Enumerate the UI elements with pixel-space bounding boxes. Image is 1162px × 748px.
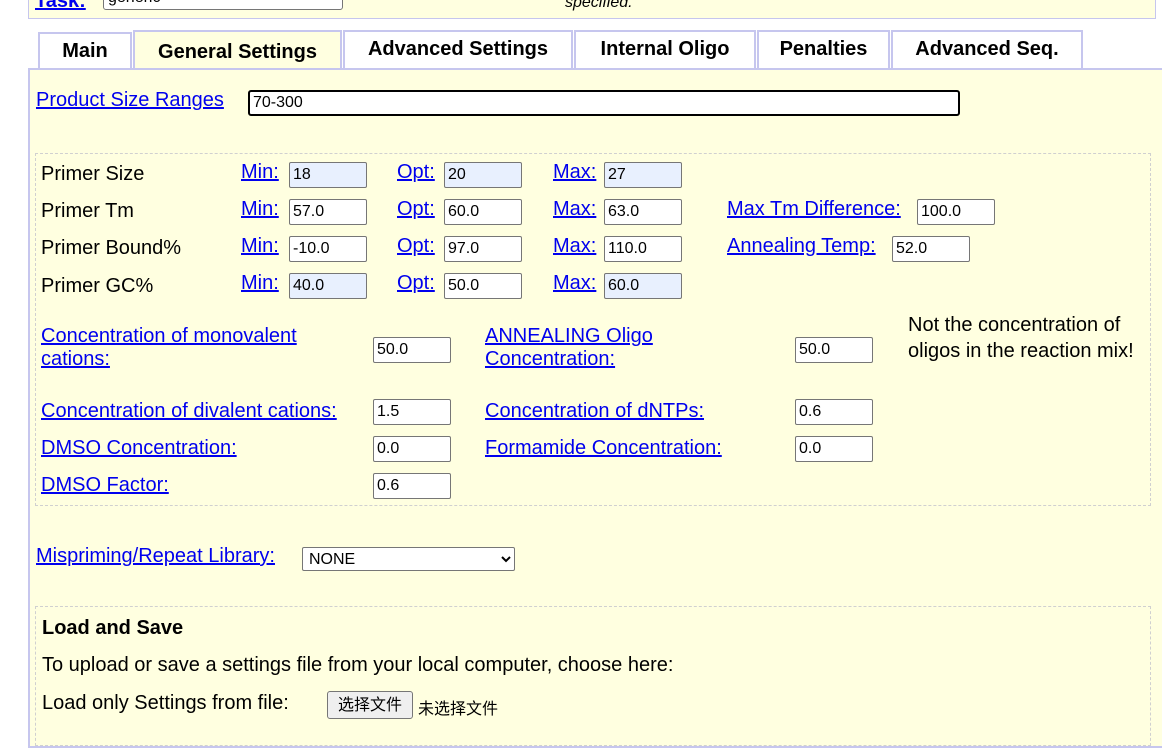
max-tm-difference-link[interactable]: Max Tm Difference: bbox=[727, 198, 901, 221]
dntps-concentration-input[interactable] bbox=[795, 399, 873, 425]
dntps-concentration-link[interactable]: Concentration of dNTPs: bbox=[485, 400, 704, 423]
monovalent-cations-input[interactable] bbox=[373, 337, 451, 363]
annealing-temp-input[interactable] bbox=[892, 236, 970, 262]
mispriming-library-select[interactable]: NONE bbox=[302, 547, 515, 571]
primer-size-opt-input[interactable] bbox=[444, 162, 522, 188]
mispriming-library-link[interactable]: Mispriming/Repeat Library: bbox=[36, 545, 275, 568]
task-select[interactable]: generic bbox=[103, 0, 343, 10]
primer-bound-max-input[interactable] bbox=[604, 236, 682, 262]
primer-tm-min-input[interactable] bbox=[289, 199, 367, 225]
annealing-oligo-concentration-input[interactable] bbox=[795, 337, 873, 363]
primer-size-max-input[interactable] bbox=[604, 162, 682, 188]
primer-gc-opt-link[interactable]: Opt: bbox=[397, 272, 435, 295]
primer-tm-label: Primer Tm bbox=[41, 200, 134, 222]
primer-size-label: Primer Size bbox=[41, 163, 145, 185]
primer-bound-opt-link[interactable]: Opt: bbox=[397, 235, 435, 258]
primer-gc-min-link[interactable]: Min: bbox=[241, 272, 279, 295]
tab-advanced-seq[interactable]: Advanced Seq. bbox=[891, 30, 1083, 68]
load-save-description: To upload or save a settings file from y… bbox=[42, 654, 674, 676]
primer-size-opt-link[interactable]: Opt: bbox=[397, 161, 435, 184]
product-size-ranges-input[interactable] bbox=[248, 90, 960, 116]
monovalent-cations-link[interactable]: Concentration of monovalent cations: bbox=[41, 325, 297, 371]
divalent-cations-link[interactable]: Concentration of divalent cations: bbox=[41, 400, 337, 423]
annealing-temp-link[interactable]: Annealing Temp: bbox=[727, 235, 876, 258]
primer-bound-opt-input[interactable] bbox=[444, 236, 522, 262]
primer-gc-min-input[interactable] bbox=[289, 273, 367, 299]
load-save-title: Load and Save bbox=[42, 617, 184, 639]
primer-bound-min-link[interactable]: Min: bbox=[241, 235, 279, 258]
task-note: specified. bbox=[565, 0, 633, 11]
formamide-concentration-input[interactable] bbox=[795, 436, 873, 462]
primer-bound-label: Primer Bound% bbox=[41, 237, 182, 259]
tab-general-settings[interactable]: General Settings bbox=[133, 30, 342, 72]
primer-tm-opt-link[interactable]: Opt: bbox=[397, 198, 435, 221]
max-tm-difference-input[interactable] bbox=[917, 199, 995, 225]
dmso-concentration-link[interactable]: DMSO Concentration: bbox=[41, 437, 237, 460]
primer-gc-label: Primer GC% bbox=[41, 275, 154, 297]
dmso-concentration-input[interactable] bbox=[373, 436, 451, 462]
dmso-factor-input[interactable] bbox=[373, 473, 451, 499]
primer-size-min-input[interactable] bbox=[289, 162, 367, 188]
divalent-cations-input[interactable] bbox=[373, 399, 451, 425]
primer-gc-opt-input[interactable] bbox=[444, 273, 522, 299]
annealing-oligo-note: Not the concentration of oligos in the r… bbox=[908, 314, 1134, 362]
no-file-chosen-text: 未选择文件 bbox=[418, 699, 499, 718]
tab-internal-oligo[interactable]: Internal Oligo bbox=[574, 30, 756, 68]
primer-tm-min-link[interactable]: Min: bbox=[241, 198, 279, 221]
product-size-ranges-link[interactable]: Product Size Ranges bbox=[36, 89, 224, 112]
primer-gc-max-input[interactable] bbox=[604, 273, 682, 299]
primer-tm-max-input[interactable] bbox=[604, 199, 682, 225]
primer-bound-min-input[interactable] bbox=[289, 236, 367, 262]
primer-tm-opt-input[interactable] bbox=[444, 199, 522, 225]
dmso-factor-link[interactable]: DMSO Factor: bbox=[41, 474, 169, 497]
load-settings-label: Load only Settings from file: bbox=[42, 692, 289, 714]
primer-bound-max-link[interactable]: Max: bbox=[553, 235, 596, 258]
task-label[interactable]: Task: bbox=[35, 0, 86, 13]
tab-penalties[interactable]: Penalties bbox=[757, 30, 890, 68]
task-bar: Task: generic specified. bbox=[28, 0, 1156, 19]
primer-tm-max-link[interactable]: Max: bbox=[553, 198, 596, 221]
primer-size-max-link[interactable]: Max: bbox=[553, 161, 596, 184]
annealing-oligo-concentration-link[interactable]: ANNEALING Oligo Concentration: bbox=[485, 325, 653, 371]
choose-file-button[interactable]: 选择文件 bbox=[327, 691, 413, 719]
tab-advanced-settings[interactable]: Advanced Settings bbox=[343, 30, 573, 68]
tab-main[interactable]: Main bbox=[38, 32, 132, 70]
formamide-concentration-link[interactable]: Formamide Concentration: bbox=[485, 437, 722, 460]
primer-size-min-link[interactable]: Min: bbox=[241, 161, 279, 184]
primer-gc-max-link[interactable]: Max: bbox=[553, 272, 596, 295]
